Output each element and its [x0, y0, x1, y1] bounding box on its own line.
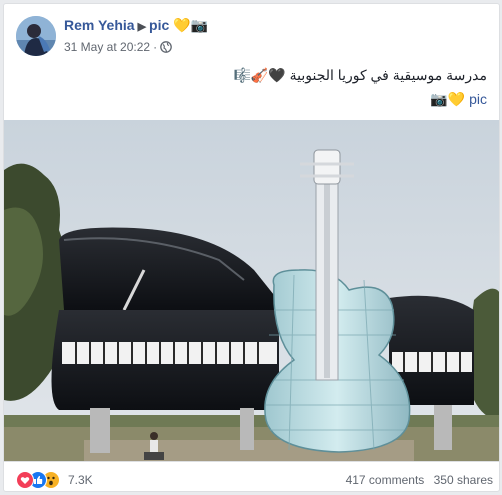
- love-reaction-icon: [16, 471, 34, 489]
- play-arrow-icon: ▶: [137, 21, 147, 33]
- post-photo[interactable]: [4, 120, 499, 461]
- post-author-line: Rem Yehia ▶ pic 💛📷: [64, 17, 208, 34]
- author-name[interactable]: Rem Yehia: [64, 17, 135, 33]
- comments-count[interactable]: 417 comments: [346, 473, 425, 487]
- globe-icon[interactable]: [160, 41, 172, 56]
- reaction-count[interactable]: 7.3K: [68, 473, 93, 487]
- meta-separator: ·: [153, 40, 158, 54]
- shares-count[interactable]: 350 shares: [434, 473, 493, 487]
- post-footer: 7.3K 417 comments 350 shares: [4, 461, 499, 491]
- avatar[interactable]: [16, 16, 56, 56]
- post-timestamp[interactable]: 31 May at 20:22: [64, 40, 150, 54]
- post-stats: 417 comments 350 shares: [340, 473, 493, 487]
- post-hashtag-line[interactable]: 📷💛 pic: [430, 91, 487, 108]
- post-card: Rem Yehia ▶ pic 💛📷 31 May at 20:22 · مدرسة …: [3, 3, 500, 492]
- post-caption: مدرسة موسيقية في كوريا الجنوبية 🖤🎻🎼: [233, 67, 487, 83]
- post-meta: 31 May at 20:22 ·: [64, 40, 172, 56]
- author-suffix[interactable]: pic 💛📷: [149, 17, 208, 33]
